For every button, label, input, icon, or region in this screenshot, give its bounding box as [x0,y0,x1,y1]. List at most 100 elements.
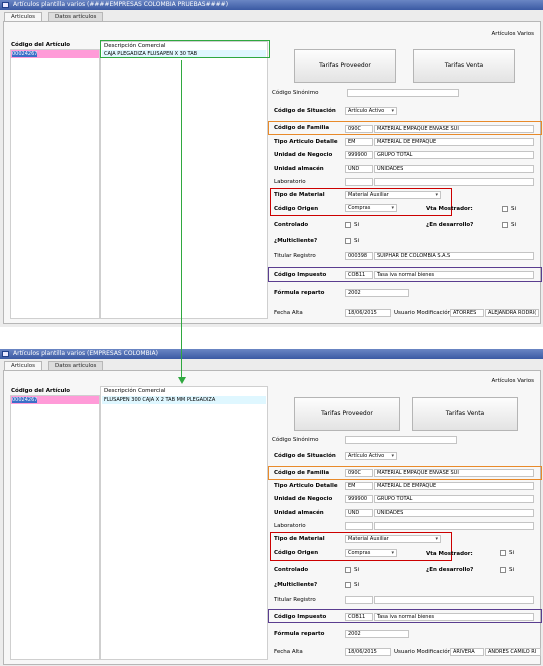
negocio-desc-input: GRUPO TOTAL [374,495,534,503]
codigo-origen-label: Código Origen [274,206,319,212]
vta-mostrador-si: Si [511,206,517,212]
tarifas-venta-button[interactable]: Tarifas Venta [412,397,518,431]
vta-mostrador-checkbox[interactable] [502,206,508,212]
window-1-titlebar[interactable]: Artículos plantilla varios (####EMPRESAS… [0,0,543,10]
titular-desc-input [374,596,534,604]
window-1-title: Artículos plantilla varios (####EMPRESAS… [13,1,229,8]
usuario-code-input: ATORRES [450,309,484,317]
formula-reparto-label: Fórmula reparto [274,631,325,637]
laboratorio-code-input[interactable] [345,522,373,530]
impuesto-code-input[interactable]: COB11 [345,271,373,279]
controlado-checkbox[interactable] [345,222,351,228]
en-desarrollo-label: ¿En desarrollo? [426,567,474,573]
article-panel-1: Artículos Varios Código del Artículo 000… [3,21,542,324]
laboratorio-code-input[interactable] [345,178,373,186]
multicliente-checkbox[interactable] [345,582,351,588]
formula-input[interactable]: 2002 [345,289,409,297]
fecha-alta-input[interactable]: 18/06/2015 [345,309,391,317]
codigo-sinonimo-label: Código Sinónimo [272,90,319,96]
multicliente-label: ¿Multicliente? [274,238,318,244]
codigo-origen-label: Código Origen [274,550,319,556]
origen-value: Compras [348,550,371,556]
window-2-titlebar[interactable]: Artículos plantilla varios (EMPRESAS COL… [0,349,543,359]
usuario-modificacion-label: Usuario Modificación [394,310,452,316]
selected-code-row[interactable]: 00024267 [11,396,99,404]
tarifas-venta-button[interactable]: Tarifas Venta [413,49,515,83]
description-list[interactable]: Descripción Comercial FLUSAPEN 300 CAJA … [100,386,268,660]
impuesto-desc-input: Tasa iva normal bienes [374,271,534,279]
article-panel-2: Artículos Varios Código del Artículo 000… [3,370,542,665]
article-code-list[interactable]: 00024267 [10,49,100,319]
almacen-code-input[interactable]: UND [345,509,373,517]
connector-arrow-line [181,60,182,378]
negocio-code-input[interactable]: 999900 [345,495,373,503]
vta-mostrador-checkbox[interactable] [500,550,506,556]
familia-code-input[interactable]: 090C [345,469,373,477]
tarifas-proveedor-button[interactable]: Tarifas Proveedor [294,397,400,431]
selected-code-row[interactable]: 00024267 [11,50,99,58]
multicliente-checkbox[interactable] [345,238,351,244]
chevron-down-icon: ▾ [391,205,394,211]
vta-mostrador-label: Vta Mostrador: [426,206,473,212]
tab-datos-articulos[interactable]: Datos artículos [48,12,104,21]
origen-select[interactable]: Compras ▾ [345,204,397,212]
vta-mostrador-si: Si [509,550,515,556]
chevron-down-icon: ▾ [391,108,394,114]
controlado-checkbox[interactable] [345,567,351,573]
familia-desc-input: MATERIAL EMPAQUE ENVASE SUI [374,125,534,133]
almacen-code-input[interactable]: UND [345,165,373,173]
tab-articulos[interactable]: Articulos [4,361,42,370]
tab-datos-articulos[interactable]: Datos artículos [48,361,104,370]
formula-reparto-label: Fórmula reparto [274,290,325,296]
origen-select[interactable]: Compras ▾ [345,549,397,557]
connector-arrow-head [178,377,186,384]
codigo-sinonimo-input[interactable] [345,436,457,444]
tipo-detalle-code-input[interactable]: EM [345,138,373,146]
tipo-detalle-code-input[interactable]: EM [345,482,373,490]
negocio-code-input[interactable]: 999900 [345,151,373,159]
multicliente-si: Si [354,238,360,244]
en-desarrollo-checkbox[interactable] [502,222,508,228]
tipo-material-select[interactable]: Material Auxiliar ▾ [345,191,441,199]
tipo-material-select[interactable]: Material Auxiliar ▾ [345,535,441,543]
en-desarrollo-si: Si [509,567,515,573]
tarifas-proveedor-button[interactable]: Tarifas Proveedor [294,49,396,83]
fecha-alta-input[interactable]: 18/06/2015 [345,648,391,656]
window-2-title: Artículos plantilla varios (EMPRESAS COL… [13,350,158,357]
en-desarrollo-checkbox[interactable] [500,567,506,573]
origen-value: Compras [348,205,371,211]
multicliente-si: Si [354,582,360,588]
controlado-label: Controlado [274,222,309,228]
description-list[interactable]: Descripción Comercial CAJA PLEGADIZA FLU… [100,41,268,319]
laboratorio-desc-input [374,178,534,186]
chevron-down-icon: ▾ [391,453,394,459]
controlado-label: Controlado [274,567,309,573]
codigo-sinonimo-label: Código Sinónimo [272,437,319,443]
titular-code-input[interactable]: 000398 [345,252,373,260]
window-icon [2,2,9,8]
almacen-desc-input: UNIDADES [374,509,534,517]
usuario-modificacion-label: Usuario Modificación [394,649,452,655]
controlado-si: Si [354,222,360,228]
titular-registro-label: Titular Registro [274,597,316,603]
almacen-desc-input: UNIDADES [374,165,534,173]
codigo-articulo-header: Código del Artículo [11,42,71,48]
tab-articulos[interactable]: Articulos [4,12,42,21]
situacion-select[interactable]: Artículo Activo ▾ [345,107,397,115]
formula-input[interactable]: 2002 [345,630,409,638]
tipo-material-value: Material Auxiliar [348,192,389,198]
window-icon [2,351,9,357]
familia-code-input[interactable]: 090C [345,125,373,133]
codigo-sinonimo-input[interactable] [347,89,459,97]
article-code-list[interactable]: 00024267 [10,395,100,660]
impuesto-desc-input: Tasa iva normal bienes [374,613,534,621]
article-window-2: Artículos plantilla varios (EMPRESAS COL… [0,349,543,666]
tipo-detalle-desc-input: MATERIAL DE EMPAQUE [374,482,534,490]
impuesto-code-input[interactable]: COB11 [345,613,373,621]
situacion-select[interactable]: Artículo Activo ▾ [345,452,397,460]
titular-code-input[interactable] [345,596,373,604]
articulos-varios-heading: Artículos Varios [491,31,534,37]
codigo-familia-label: Código de Familia [274,125,330,131]
selected-description-row[interactable]: FLUSAPEN 300 CAJA X 2 TAB MM PLEGADIZA [102,396,266,404]
laboratorio-label: Laboratorio [274,523,306,529]
